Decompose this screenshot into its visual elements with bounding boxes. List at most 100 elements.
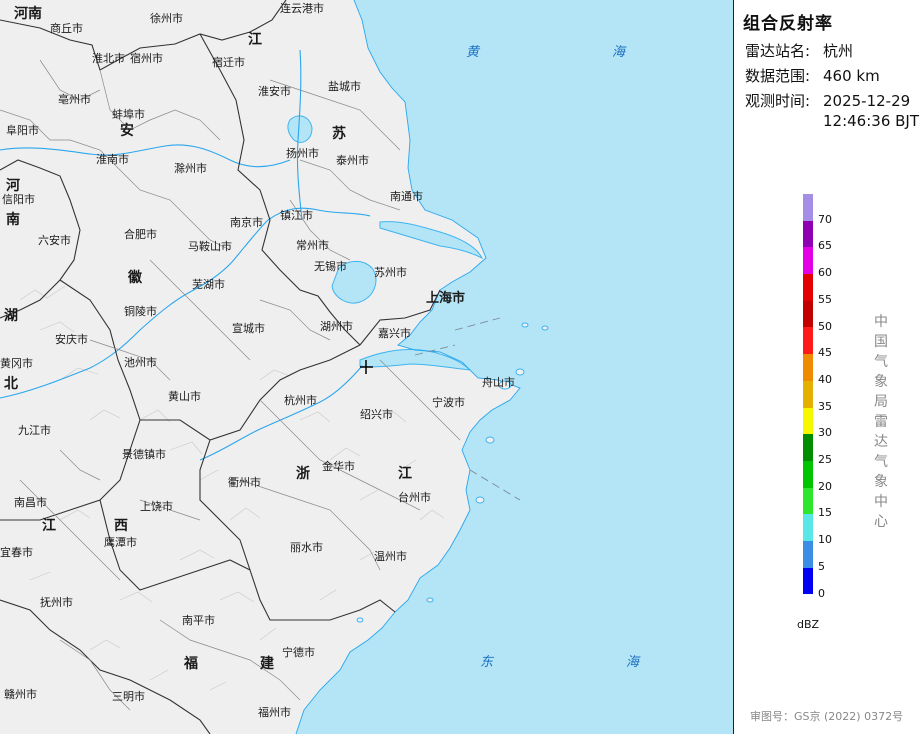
legend-swatch [803, 434, 813, 461]
city-label: 宣城市 [232, 321, 265, 335]
city-label: 宁德市 [282, 645, 315, 659]
city-label: 南京市 [230, 215, 263, 229]
time-date: 2025-12-29 [823, 92, 911, 110]
city-label: 盐城市 [328, 79, 361, 93]
city-label: 宿迁市 [212, 55, 245, 69]
legend-swatch [803, 327, 813, 355]
city-label: 杭州市 [284, 393, 317, 407]
range-value: 460 km [823, 67, 880, 85]
city-label: 徐州市 [150, 11, 183, 25]
legend-swatch [803, 514, 813, 541]
province-label-jiang-1: 江 [248, 31, 262, 48]
legend-tick-label: 20 [818, 479, 832, 493]
legend-tick-label: 65 [818, 239, 832, 253]
province-label-an: 安 [120, 122, 134, 139]
map-canvas[interactable]: 河南 江 安 苏 河 南 徽 湖 北 浙 江 江 西 福 建 黄 海 东 海 商… [0, 0, 733, 734]
city-label: 南昌市 [14, 495, 47, 509]
province-label-fu: 福 [183, 655, 198, 672]
time-label: 观测时间: [745, 92, 811, 110]
city-label: 舟山市 [482, 375, 515, 389]
province-label-zhe: 浙 [296, 465, 310, 482]
city-label: 黄山市 [168, 389, 201, 403]
meta-row-station: 雷达站名: 杭州 [745, 41, 853, 61]
city-label: 温州市 [374, 549, 407, 563]
city-label: 池州市 [124, 355, 157, 369]
legend-tick-label: 25 [818, 453, 832, 466]
legend-swatch [803, 567, 813, 595]
province-label-jian: 建 [260, 655, 274, 672]
city-label: 九江市 [18, 423, 51, 437]
legend-swatch [803, 487, 813, 515]
city-label: 南通市 [390, 189, 423, 203]
legend-swatch [803, 274, 813, 301]
city-label: 黄冈市 [0, 356, 33, 370]
time-clock: 12:46:36 BJT [823, 112, 920, 130]
legend-tick-label: 0 [818, 586, 825, 600]
legend-swatch [803, 407, 813, 435]
meta-row-time: 观测时间: 2025-12-29 12:46:36 BJT [745, 91, 923, 131]
sea-labels: 黄 海 东 海 [466, 45, 641, 670]
city-label: 淮安市 [258, 84, 291, 98]
meta-row-range: 数据范围: 460 km [745, 66, 880, 86]
legend-swatch [803, 460, 813, 488]
city-label: 三明市 [112, 689, 145, 703]
legend-tick-label: 60 [818, 266, 832, 280]
city-label: 上饶市 [140, 499, 173, 513]
legend-tick-label: 40 [818, 372, 832, 386]
city-label: 嘉兴市 [378, 326, 411, 340]
city-label: 衢州市 [228, 475, 261, 489]
province-label-henan: 河南 [14, 5, 42, 22]
city-label: 湖州市 [320, 319, 353, 333]
legend-tick-label: 35 [818, 399, 832, 413]
legend-swatch [803, 220, 813, 248]
city-label: 六安市 [38, 233, 71, 247]
legend-swatch [803, 247, 813, 275]
sea-label-huang: 黄 [466, 45, 481, 60]
city-label: 苏州市 [374, 265, 407, 279]
city-label: 金华市 [322, 459, 355, 473]
city-label: 宜春市 [0, 545, 33, 559]
station-value: 杭州 [823, 42, 854, 60]
city-label: 合肥市 [124, 227, 157, 241]
city-label: 台州市 [398, 490, 431, 504]
city-label: 信阳市 [2, 192, 35, 206]
legend-swatch [803, 354, 813, 381]
map-panel[interactable]: 河南 江 安 苏 河 南 徽 湖 北 浙 江 江 西 福 建 黄 海 东 海 商… [0, 0, 733, 734]
city-label: 泰州市 [336, 153, 369, 167]
city-label: 安庆市 [55, 332, 88, 346]
legend-unit: dBZ [797, 618, 820, 631]
agency-name: 中国气象局雷达气象中心 [874, 314, 888, 530]
city-label: 连云港市 [280, 1, 324, 15]
province-label-hu: 湖 [4, 308, 18, 324]
legend-colorbar [803, 194, 813, 595]
legend-tick-label: 50 [818, 319, 832, 333]
city-label: 绍兴市 [360, 407, 393, 421]
city-label: 鹰潭市 [104, 535, 137, 549]
time-value: 2025-12-29 12:46:36 BJT [823, 91, 923, 131]
city-label: 淮南市 [96, 152, 129, 166]
legend-swatch [803, 194, 813, 221]
sea-label-hai-1: 海 [612, 45, 627, 60]
legend-tick-label: 70 [818, 212, 832, 226]
radar-product-view: 河南 江 安 苏 河 南 徽 湖 北 浙 江 江 西 福 建 黄 海 东 海 商… [0, 0, 924, 734]
city-label: 镇江市 [280, 208, 313, 222]
city-label: 蚌埠市 [112, 107, 145, 121]
province-label-jiang-2: 江 [398, 465, 412, 482]
city-label: 宁波市 [432, 395, 465, 409]
city-label: 无锡市 [314, 259, 347, 273]
city-label: 上海市 [426, 290, 465, 306]
legend-swatch [803, 300, 813, 328]
legend-tick-label: 55 [818, 292, 832, 306]
province-label-bei: 北 [4, 376, 18, 392]
province-label-nan: 南 [6, 211, 20, 228]
approval-code: 审图号：GS京 (2022) 0372号 [750, 710, 904, 723]
legend-tick-label: 15 [818, 506, 832, 520]
city-label: 常州市 [296, 238, 329, 252]
city-label: 商丘市 [50, 21, 83, 35]
province-label-hui: 徽 [127, 269, 143, 286]
product-title: 组合反射率 [743, 14, 833, 34]
city-label: 宿州市 [130, 51, 163, 65]
legend-tick-label: 10 [818, 533, 832, 547]
station-label: 雷达站名: [745, 42, 811, 60]
legend-tick-label: 45 [818, 346, 832, 360]
